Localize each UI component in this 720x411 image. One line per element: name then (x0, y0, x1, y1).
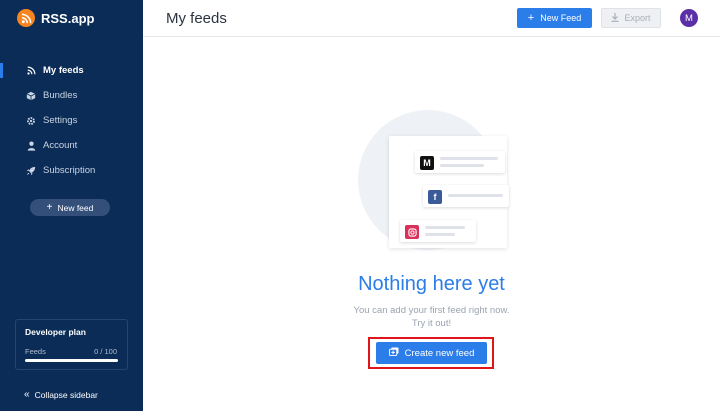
plus-icon: + (527, 12, 535, 24)
sidebar-item-subscription[interactable]: Subscription (0, 158, 143, 183)
empty-state-title: Nothing here yet (358, 273, 505, 295)
plan-feeds-count: 0 / 100 (94, 347, 117, 356)
plan-usage-box: Developer plan Feeds 0 / 100 (15, 319, 128, 370)
new-feed-button[interactable]: + New Feed (517, 8, 592, 28)
top-header: My feeds + New Feed Export M (143, 0, 720, 37)
create-new-feed-button[interactable]: Create new feed (376, 342, 487, 364)
sidebar-item-label: Bundles (43, 90, 78, 101)
app-name: RSS.app (41, 10, 95, 26)
page-title: My feeds (166, 10, 227, 27)
empty-state-illustration: M f (355, 108, 515, 258)
illustration-row-medium: M (415, 151, 505, 173)
rss-logo-icon (17, 9, 35, 27)
collapse-sidebar-button[interactable]: « Collapse sidebar (24, 389, 98, 400)
create-new-feed-label: Create new feed (404, 347, 475, 359)
gear-icon (25, 115, 37, 127)
sidebar-item-bundles[interactable]: Bundles (0, 83, 143, 108)
rocket-icon (25, 165, 37, 177)
empty-state-title-wrap: Nothing here yet (0, 273, 720, 296)
plan-feeds-label: Feeds (25, 347, 46, 356)
cube-icon (25, 90, 37, 102)
medium-icon: M (420, 156, 434, 170)
collapse-sidebar-label: Collapse sidebar (34, 389, 98, 400)
user-icon (25, 140, 37, 152)
sidebar-item-label: My feeds (43, 65, 84, 76)
sidebar-item-account[interactable]: Account (0, 133, 143, 158)
add-feed-icon (388, 347, 399, 359)
sidebar-item-settings[interactable]: Settings (0, 108, 143, 133)
plan-usage-bar (25, 359, 118, 362)
download-icon (611, 12, 619, 24)
instagram-icon (405, 225, 419, 239)
facebook-icon: f (428, 190, 442, 204)
plus-icon: + (46, 202, 53, 213)
new-feed-label: New Feed (540, 13, 582, 23)
illustration-row-facebook: f (423, 185, 509, 207)
sidebar-new-feed-button[interactable]: + New feed (30, 199, 110, 216)
rss-icon (25, 65, 37, 77)
sidebar-item-label: Settings (43, 115, 78, 126)
sidebar-new-feed-label: New feed (57, 202, 94, 213)
empty-state-line-2: Try it out! (411, 318, 452, 329)
sidebar-nav: My feeds Bundles Settings Account Subscr… (0, 58, 143, 183)
sidebar-item-my-feeds[interactable]: My feeds (0, 58, 143, 83)
export-button[interactable]: Export (601, 8, 661, 28)
plan-title: Developer plan (25, 327, 86, 337)
export-label: Export (624, 13, 651, 23)
double-chevron-left-icon: « (24, 389, 30, 400)
sidebar-item-label: Account (43, 140, 78, 151)
empty-state-subtitle: You can add your first feed right now. T… (143, 304, 720, 330)
empty-state-line-1: You can add your first feed right now. (353, 305, 510, 316)
avatar[interactable]: M (680, 9, 698, 27)
app-logo[interactable]: RSS.app (17, 9, 94, 27)
sidebar: RSS.app My feeds Bundles Settings Accoun… (0, 0, 143, 411)
sidebar-item-label: Subscription (43, 165, 96, 176)
illustration-row-instagram (400, 220, 476, 242)
